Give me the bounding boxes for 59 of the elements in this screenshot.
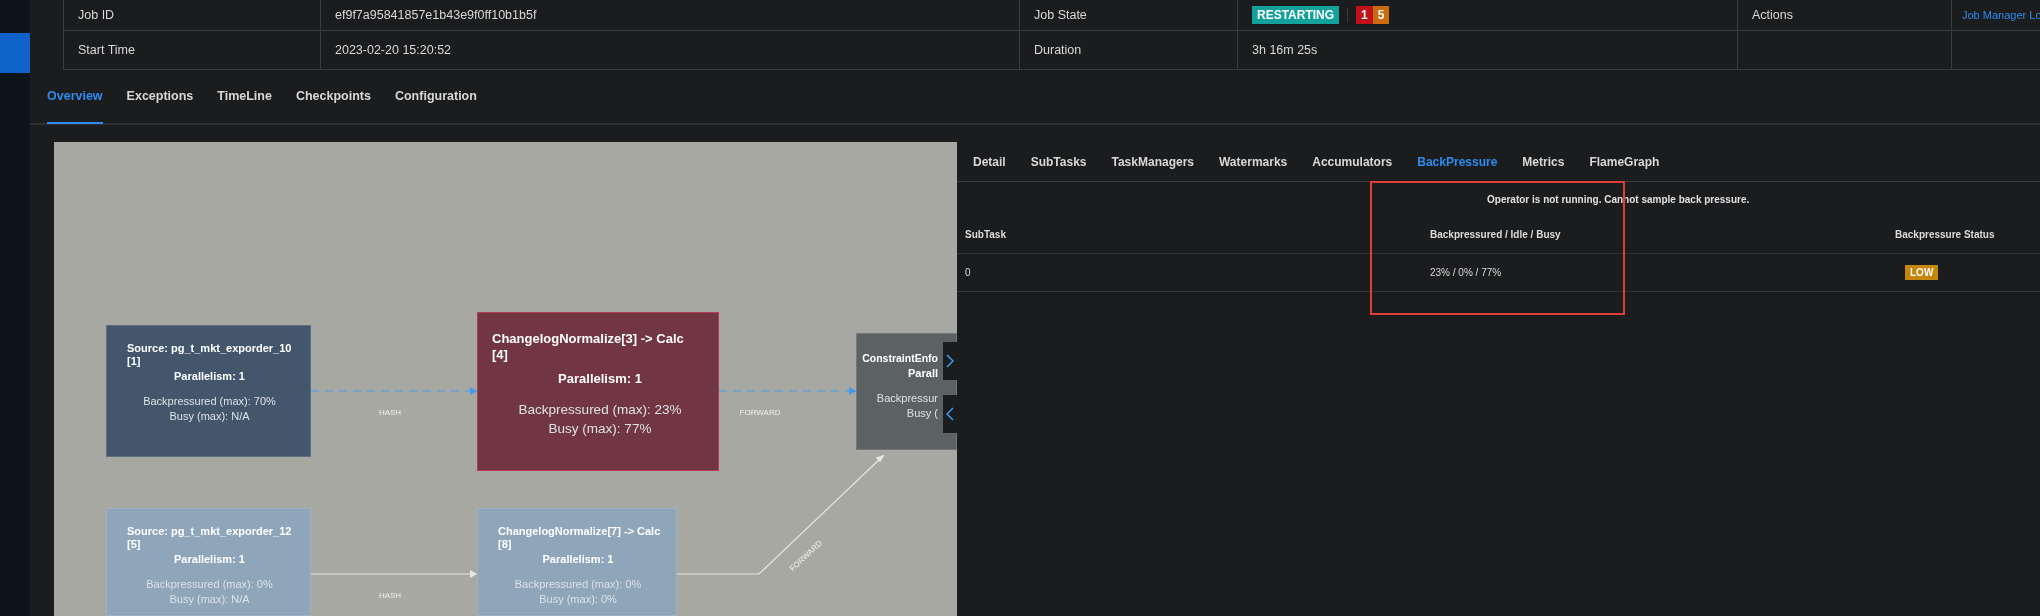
- count-badge: 1: [1356, 6, 1373, 24]
- node-backpressure: Backpressured (max): 70%: [142, 394, 277, 409]
- node-backpressure: Backpressured (max): 0%: [513, 577, 643, 592]
- node-backpressure: Backpressured (max): 23%: [517, 401, 683, 419]
- table-cell: 0: [965, 267, 971, 278]
- node-parallelism: Parallelism: 1: [173, 553, 246, 565]
- node-parallelism: Parallelism: 1: [557, 371, 643, 386]
- column-header: SubTask: [965, 229, 1006, 240]
- operator-node[interactable]: ConstraintEnfo Parall Backpressur Busy (: [856, 333, 957, 450]
- node-busy: Busy (: [905, 406, 938, 421]
- edge-label: HASH: [378, 407, 402, 417]
- tab[interactable]: Exceptions: [126, 69, 194, 124]
- cell-text: Start Time: [78, 43, 135, 57]
- cell-text: Actions: [1752, 8, 1793, 22]
- chevron-right-icon: [946, 354, 954, 368]
- tab[interactable]: Watermarks: [1219, 154, 1288, 169]
- tab[interactable]: BackPressure: [1417, 154, 1498, 169]
- cell-text: 3h 16m 25s: [1252, 43, 1318, 57]
- node-title: ConstraintEnfo: [861, 352, 938, 365]
- cell-text: ef9f7a95841857e1b43e9f0ff10b1b5f: [335, 8, 537, 22]
- tab[interactable]: Configuration: [394, 69, 477, 124]
- node-title: ChangelogNormalize[7] -> Calc [8]: [498, 525, 662, 551]
- status-tag: LOW: [1905, 265, 1939, 280]
- edge-label: HASH: [378, 590, 402, 600]
- tab[interactable]: Metrics: [1522, 154, 1565, 169]
- chevron-left-icon: [946, 407, 954, 421]
- tab[interactable]: FlameGraph: [1589, 154, 1660, 169]
- node-parallelism: Parallelism: 1: [541, 553, 615, 565]
- node-backpressure: Backpressur: [875, 391, 938, 406]
- collapse-button[interactable]: [943, 395, 957, 433]
- status-badge: RESTARTING: [1252, 6, 1340, 24]
- cell-text: Duration: [1034, 43, 1082, 57]
- operator-node[interactable]: ChangelogNormalize[3] -> Calc [4] Parallelism: 1 Backpressured (max): 23% Busy (max): 77%: [477, 312, 719, 471]
- tab[interactable]: Accumulators: [1312, 154, 1393, 169]
- node-backpressure: Backpressured (max): 0%: [145, 577, 274, 592]
- cell-text: Job ID: [78, 8, 115, 22]
- tab[interactable]: Detail: [973, 154, 1006, 169]
- cell-text: 2023-02-20 15:20:52: [335, 43, 452, 57]
- column-header: Backpressured / Idle / Busy: [1430, 229, 1561, 240]
- node-busy: Busy (max): N/A: [168, 409, 251, 424]
- node-busy: Busy (max): 0%: [538, 592, 618, 607]
- tab[interactable]: TaskManagers: [1111, 154, 1194, 169]
- node-busy: Busy (max): 77%: [547, 420, 653, 438]
- table-cell: 23% / 0% / 77%: [1430, 267, 1502, 278]
- expand-button[interactable]: [943, 342, 957, 380]
- node-busy: Busy (max): N/A: [168, 592, 251, 607]
- operator-node[interactable]: Source: pg_t_mkt_exporder_10 [1] Parallelism: 1 Backpressured (max): 70% Busy (max): N/A: [106, 325, 311, 457]
- tab[interactable]: SubTasks: [1030, 154, 1087, 169]
- node-parallelism: Parall: [907, 367, 938, 379]
- node-parallelism: Parallelism: 1: [173, 370, 246, 382]
- tab[interactable]: TimeLine: [217, 69, 272, 124]
- tab[interactable]: Checkpoints: [295, 69, 371, 124]
- cell-text: Job State: [1034, 8, 1087, 22]
- edge-label: FORWARD: [739, 407, 781, 417]
- tab[interactable]: Overview: [47, 69, 103, 124]
- node-title: Source: pg_t_mkt_exporder_10 [1]: [127, 342, 293, 368]
- node-title: Source: pg_t_mkt_exporder_12 [5]: [127, 525, 293, 551]
- column-header: Backpressure Status: [1895, 229, 1995, 240]
- node-title: ChangelogNormalize[3] -> Calc [4]: [492, 331, 685, 363]
